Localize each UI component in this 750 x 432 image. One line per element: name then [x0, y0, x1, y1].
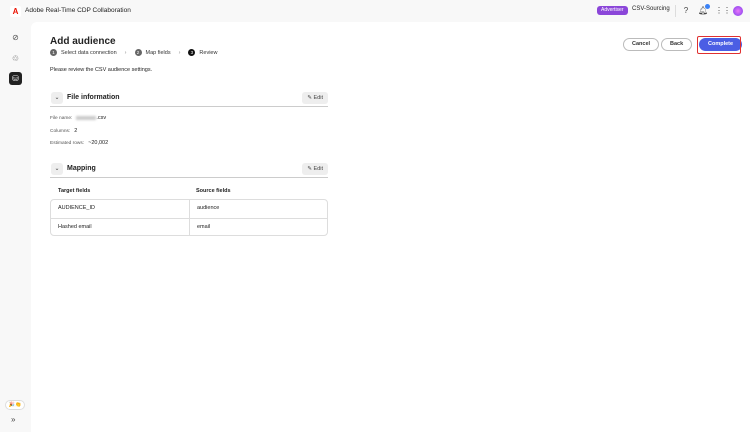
- page-title: Add audience: [50, 36, 116, 47]
- step-number: 2: [134, 49, 142, 56]
- chevron-right-icon: ›: [124, 49, 127, 56]
- table-row: AUDIENCE_ID audience: [51, 200, 327, 218]
- redacted-name: [76, 115, 97, 120]
- mapping-header: ⌄ Mapping ✎ Edit: [50, 163, 328, 178]
- value: ~20,002: [88, 140, 109, 146]
- org-switcher[interactable]: CSV-Sourcing: [632, 6, 670, 12]
- intro-text: Please review the CSV audience settings.: [50, 67, 153, 73]
- notification-dot: [705, 4, 710, 9]
- role-badge: Advertiser: [597, 6, 628, 15]
- chevron-down-icon[interactable]: ⌄: [51, 163, 63, 175]
- edit-label: Edit: [313, 166, 323, 172]
- cancel-button[interactable]: Cancel: [623, 38, 660, 51]
- adobe-logo-icon[interactable]: A: [10, 6, 21, 17]
- highlight-box: [697, 36, 741, 54]
- compass-icon[interactable]: ⊘: [9, 31, 22, 44]
- step-1: 1 Select data connection: [50, 49, 117, 56]
- value: .csv: [96, 115, 107, 121]
- main-panel: Add audience 1 Select data connection › 2…: [31, 22, 750, 432]
- step-number: 1: [50, 49, 57, 56]
- apps-grid-icon[interactable]: ⋮⋮: [715, 6, 731, 16]
- file-name-row: File name: .csv: [50, 115, 106, 121]
- audiences-icon[interactable]: ⛁: [9, 72, 22, 85]
- edit-mapping-button[interactable]: ✎ Edit: [302, 163, 328, 175]
- feedback-button[interactable]: 🎉👏: [5, 400, 25, 410]
- label: Columns:: [50, 129, 71, 134]
- back-button[interactable]: Back: [661, 38, 693, 51]
- columns-row: Columns: 2: [50, 128, 77, 134]
- step-3: 3 Review: [188, 49, 217, 56]
- target-field: AUDIENCE_ID: [58, 205, 95, 211]
- label: Estimated rows:: [50, 141, 85, 146]
- chevron-right-icon: ›: [178, 49, 181, 56]
- label: File name:: [50, 116, 73, 121]
- column-header: Target fields: [58, 188, 91, 194]
- divider: [675, 5, 676, 17]
- step-number: 3: [188, 49, 196, 56]
- help-icon[interactable]: ?: [681, 6, 691, 16]
- mapping-table: AUDIENCE_ID audience Hashed email email: [50, 199, 328, 236]
- chevron-down-icon[interactable]: ⌄: [51, 92, 63, 104]
- table-row: Hashed email email: [51, 217, 327, 235]
- stepper: 1 Select data connection › 2 Map fields › …: [50, 49, 217, 56]
- collaboration-icon[interactable]: ♲: [9, 52, 22, 65]
- step-label: Review: [199, 50, 218, 56]
- edit-file-info-button[interactable]: ✎ Edit: [302, 92, 328, 104]
- source-field: audience: [189, 200, 327, 218]
- expand-sidebar-icon[interactable]: »: [11, 415, 15, 424]
- target-field: Hashed email: [58, 223, 92, 230]
- source-field: email: [189, 218, 327, 235]
- section-title: Mapping: [67, 165, 96, 172]
- section-title: File information: [67, 94, 120, 101]
- rows-row: Estimated rows: ~20,002: [50, 140, 108, 146]
- value: 2: [74, 128, 78, 134]
- avatar[interactable]: [733, 6, 743, 16]
- step-label: Select data connection: [61, 50, 117, 56]
- file-information-header: ⌄ File information ✎ Edit: [50, 92, 328, 107]
- top-bar: A Adobe Real-Time CDP Collaboration Adve…: [0, 0, 750, 22]
- step-2: 2 Map fields: [134, 49, 171, 56]
- app-title: Adobe Real-Time CDP Collaboration: [25, 7, 131, 14]
- step-label: Map fields: [145, 50, 171, 56]
- column-header: Source fields: [196, 188, 231, 194]
- edit-label: Edit: [313, 95, 323, 101]
